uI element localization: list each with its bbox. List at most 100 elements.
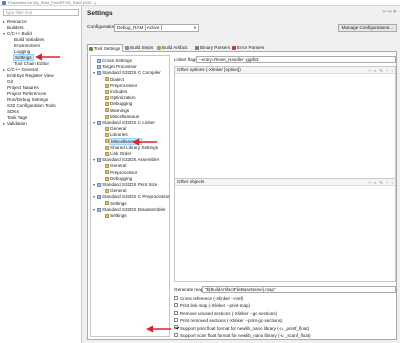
sidebar-item-label: Tool Chain Editor <box>14 61 49 66</box>
sidebar-item-label: Build Variables <box>14 37 45 42</box>
tool-tree-label: Standard S32DS Assembler <box>102 157 160 163</box>
settings-page-icon <box>105 102 109 107</box>
tool-tree-item-settings[interactable]: Settings <box>101 201 127 207</box>
generate-map-input[interactable]: "${BuildArtifactFileBaseName}.map" <box>202 286 396 293</box>
tool-tree-item-preprocessor[interactable]: Preprocessor <box>101 170 137 176</box>
checkbox-support-scan-float-format-for-newlib-nan[interactable]: Support scan float format for newlib_nan… <box>174 332 396 339</box>
settings-page-icon <box>105 145 109 150</box>
checkbox-support-print-float-format-for-newlib-na[interactable]: Support print float format for newlib_na… <box>174 325 396 332</box>
tool-tree-label: Link Order <box>110 151 132 156</box>
tab-build-steps[interactable]: Build Steps <box>124 44 155 52</box>
tool-tree-item-general[interactable]: General <box>101 126 126 132</box>
tool-tree-label: Libraries <box>110 132 128 138</box>
settings-pane: Settings ⇦ ⇨ ▾ Configuration: Debug_RAM … <box>83 6 400 343</box>
sidebar-item-label: Environment <box>14 43 40 48</box>
tool-tree-label: Standard S32DS C Compiler <box>102 70 161 76</box>
checkbox-label: Print removed sections (-Xlinker --print… <box>180 318 283 324</box>
tool-tree-item-warnings[interactable]: Warnings <box>101 108 129 114</box>
settings-page-icon <box>105 139 109 144</box>
tool-tree-label: General <box>110 126 127 132</box>
tool-tree-label: Miscellaneous <box>110 113 140 119</box>
sidebar-item-label: Run/Debug Settings <box>7 97 49 102</box>
tool-tree-item-debugging[interactable]: Debugging <box>101 176 132 182</box>
sidebar-item-label: EmbSys Register View <box>7 73 54 78</box>
configuration-select[interactable]: Debug_RAM [ Active ] ▼ <box>114 24 199 32</box>
tool-tree-label: Settings <box>110 200 127 206</box>
tool-tree-item-settings[interactable]: Settings <box>101 213 127 219</box>
tool-tree-item-target-processor[interactable]: Target Processor <box>93 64 137 70</box>
checkbox-unchecked-icon[interactable] <box>174 303 178 308</box>
tool-tree-item-miscellaneous[interactable]: Miscellaneous <box>101 114 139 120</box>
tool-tree-item-debugging[interactable]: Debugging <box>101 101 132 107</box>
tool-tree-item-general[interactable]: General <box>101 188 126 194</box>
settings-page-icon <box>105 77 109 82</box>
tool-tree-item-dialect[interactable]: Dialect <box>101 77 124 83</box>
tab-tool-settings[interactable]: Tool Settings <box>87 44 124 52</box>
settings-page-icon <box>105 89 109 94</box>
annotation-arrow-icon <box>132 138 157 146</box>
checkbox-unchecked-icon[interactable] <box>174 332 178 337</box>
tool-tree-label: Settings <box>110 213 127 218</box>
settings-page-icon <box>105 201 109 206</box>
settings-page-icon <box>105 151 109 156</box>
tool-tree-item-standard-s32ds-c-linker[interactable]: ▾ Standard S32DS C Linker <box>93 120 155 126</box>
tab-binary-parsers[interactable]: Binary Parsers <box>194 44 232 52</box>
linker-flags-input[interactable]: --entry=Reset_Handler -ggdb3 <box>196 56 396 63</box>
checkbox-label: Support print float format for newlib_na… <box>180 325 310 331</box>
list-toolbar-icons[interactable]: + × ✎ ↑ ↓ <box>369 68 394 74</box>
tool-tree-item-standard-s32ds-c-preprocessor[interactable]: ▾ Standard S32DS C Preprocessor <box>93 194 170 200</box>
settings-tabs: Tool Settings Build Steps Build Artifact Bi… <box>87 44 397 52</box>
filter-input[interactable]: type filter text <box>3 9 79 16</box>
other-options-list[interactable]: Other options (-Xlinker [option]) + × ✎ … <box>174 66 396 190</box>
checkbox-checked-icon[interactable] <box>174 325 178 330</box>
sidebar-item-validation[interactable]: ▸ Validation <box>3 121 27 127</box>
settings-page-icon <box>105 164 109 169</box>
tool-tree-item-preprocessor[interactable]: Preprocessor <box>101 83 137 89</box>
tool-tree-label: Debugging <box>110 175 133 181</box>
checkbox-print-link-map-xlinker-print-map[interactable]: Print link map (-Xlinker --print-map) <box>174 303 396 309</box>
tool-tree-item-standard-s32ds-disassembler[interactable]: ▾ Standard S32DS Disassembler <box>93 207 166 213</box>
tool-tree-item-general[interactable]: General <box>101 163 126 169</box>
tab-label: Binary Parsers <box>200 45 231 50</box>
other-objects-list[interactable]: Other objects + × ✎ ↑ ↓ <box>174 178 396 282</box>
checkbox-unchecked-icon[interactable] <box>174 310 178 315</box>
manage-configurations-button[interactable]: Manage Configurations... <box>337 24 397 32</box>
tool-icon <box>97 64 101 69</box>
list-toolbar-icons[interactable]: + × ✎ ↑ ↓ <box>369 180 394 186</box>
tool-tree-item-cross-settings[interactable]: Cross Settings <box>93 58 132 64</box>
other-options-header: Other options (-Xlinker [option]) + × ✎ … <box>175 67 395 74</box>
tool-tree-label: Preprocessor <box>110 169 138 175</box>
tool-tree-label: Warnings <box>110 107 130 113</box>
sidebar-item-label: Builders <box>7 25 24 30</box>
checkbox-remove-unused-sections-xlinker-gc-sectio[interactable]: Remove unused sections (-Xlinker --gc-se… <box>174 310 396 317</box>
tool-tree-item-standard-s32ds-c-compiler[interactable]: ▾ Standard S32DS C Compiler <box>93 70 161 76</box>
tool-tree-label: General <box>110 188 127 194</box>
tool-tree-item-standard-s32ds-assembler[interactable]: ▾ Standard S32DS Assembler <box>93 157 159 163</box>
tool-tree-item-link-order[interactable]: Link Order <box>101 151 131 157</box>
tool-tree-label: Target Processor <box>102 64 137 70</box>
settings-page-icon <box>105 213 109 218</box>
tab-error-parsers[interactable]: Error Parsers <box>231 44 266 52</box>
nav-arrows-icon[interactable]: ⇦ ⇨ ▾ <box>382 9 396 15</box>
tab-build-artifact[interactable]: Build Artifact <box>156 44 190 52</box>
configuration-value: Debug_RAM [ Active ] <box>117 25 162 30</box>
checkbox-print-removed-sections-xlinker-print-gc-[interactable]: Print removed sections (-Xlinker --print… <box>174 318 396 324</box>
tab-label: Build Steps <box>130 45 154 50</box>
sidebar-item-label: Logging <box>14 49 31 54</box>
checkbox-unchecked-icon[interactable] <box>174 318 178 322</box>
tool-tree-label: Standard S32DS C Linker <box>102 120 155 125</box>
tool-tree-item-optimization[interactable]: Optimization <box>101 95 136 101</box>
settings-page-icon <box>105 108 109 113</box>
checkbox-cross-reference-xlinker-cref[interactable]: Cross reference (-Xlinker --cref) <box>174 295 396 302</box>
tool-tree-item-standard-s32ds-print-size[interactable]: ▾ Standard S32DS Print Size <box>93 182 157 188</box>
annotation-arrow-icon <box>35 53 60 61</box>
sidebar-item-label: S32 Configuration Tools <box>7 103 56 108</box>
tool-tree-item-includes[interactable]: Includes <box>101 89 127 95</box>
tool-tree-label: Cross Settings <box>102 58 132 63</box>
checkbox-unchecked-icon[interactable] <box>174 295 178 300</box>
settings-page-icon <box>105 126 109 131</box>
build-steps-icon <box>125 45 129 50</box>
linker-flags-row: Linker flags --entry=Reset_Handler -ggdb… <box>174 56 396 64</box>
tool-tree-item-libraries[interactable]: Libraries <box>101 132 128 138</box>
sidebar-item-label: Project Natures <box>7 85 39 90</box>
